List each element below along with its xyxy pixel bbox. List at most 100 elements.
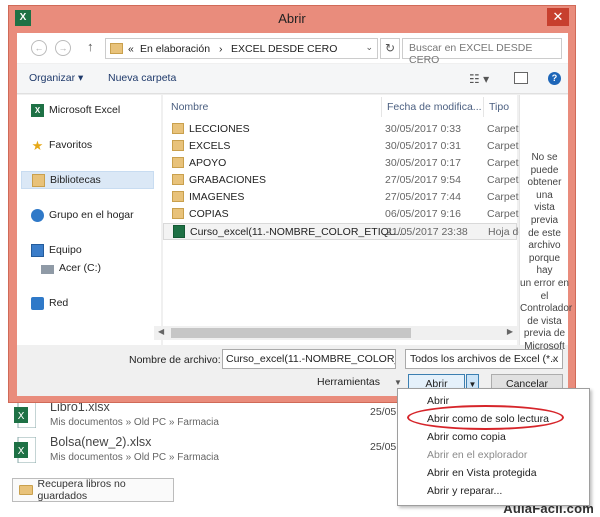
scrollbar-thumb[interactable] [171,328,411,338]
nav-item-label: Bibliotecas [50,174,101,186]
recent-file-date: 25/05 [370,406,397,418]
column-header-type[interactable]: Tipo [489,101,509,113]
folder-icon [172,140,184,151]
back-arrow-icon[interactable]: ← [31,40,47,56]
recent-file-path: Mis documentos » Old PC » Farmacia [50,417,219,428]
file-name: GRABACIONES [189,174,267,186]
toolbar: Organizar ▾ Nueva carpeta ☷ ▾ ? [17,64,568,94]
recover-unsaved-button[interactable]: Recupera libros no guardados [12,478,174,502]
preview-message-line: No se [531,152,558,163]
view-options-icon[interactable]: ☷ ▾ [469,72,489,86]
file-date: 06/05/2017 9:16 [385,208,461,220]
menu-item-open-protected-view[interactable]: Abrir en Vista protegida [398,464,589,482]
recent-file-name: Bolsa(new_2).xlsx [50,435,152,449]
preview-message-line: archivo [528,240,561,252]
search-input[interactable]: Buscar en EXCEL DESDE CERO [402,38,562,66]
nav-item-label: Equipo [49,244,82,256]
recent-file-item[interactable]: X Libro1.xlsx Mis documentos » Old PC » … [14,400,397,434]
nav-item-bibliotecas[interactable]: Bibliotecas [21,171,154,189]
file-date: 30/05/2017 0:17 [385,157,461,169]
breadcrumb-overflow[interactable]: « [128,43,134,55]
column-header-name[interactable]: Nombre [171,101,208,113]
column-divider[interactable] [381,97,382,117]
dialog-titlebar[interactable]: X Abrir ✕ [9,6,575,32]
refresh-icon[interactable]: ↻ [380,38,400,59]
folder-icon [172,174,184,185]
recover-unsaved-label: Recupera libros no guardados [37,478,126,502]
file-row-selected[interactable]: Curso_excel(11.-NOMBRE_COLOR_ETIQU... 21… [163,223,524,240]
breadcrumb-item[interactable]: EXCEL DESDE CERO [231,43,337,55]
column-divider[interactable] [483,97,484,117]
new-folder-button[interactable]: Nueva carpeta [108,72,176,84]
help-icon[interactable]: ? [548,72,561,85]
tools-label: Herramientas [317,376,381,388]
dialog-title: Abrir [278,11,306,26]
open-dialog: X Abrir ✕ ← → ↑ « En elaboración › EXCEL… [8,5,576,403]
folder-icon [172,123,184,134]
nav-item-equipo[interactable]: Equipo [31,241,82,259]
preview-message-line: de este [528,227,561,239]
column-header-date[interactable]: Fecha de modifica... [387,101,482,113]
file-type-filter-value: Todos los archivos de Excel (*.x [410,353,559,365]
menu-item-open-in-explorer: Abrir en el explorador [427,449,528,461]
highlight-ellipse [407,405,564,430]
file-name: LECCIONES [189,123,250,135]
drive-icon [41,264,54,274]
file-date: 30/05/2017 0:33 [385,123,461,135]
excel-file-icon [173,225,185,238]
chevron-down-icon[interactable]: ⌄ [365,42,373,53]
up-arrow-icon[interactable]: ↑ [87,39,94,54]
file-row[interactable]: COPIAS 06/05/2017 9:16 Carpeta [163,206,524,223]
preview-message-line: el [540,290,549,302]
horizontal-scrollbar[interactable]: ◀ ▶ [154,326,517,340]
forward-arrow-icon[interactable]: → [55,40,71,56]
recent-file-item[interactable]: X Bolsa(new_2).xlsx Mis documentos » Old… [14,435,397,469]
filename-input[interactable]: Curso_excel(11.-NOMBRE_COLOR_E [222,349,396,369]
library-icon [32,173,45,187]
file-list: Nombre Fecha de modifica... Tipo LECCION… [163,95,524,345]
file-row[interactable]: EXCELS 30/05/2017 0:31 Carpeta [163,138,524,155]
preview-message-line: un error en [520,277,569,289]
file-name: APOYO [189,157,227,169]
breadcrumb-item[interactable]: En elaboración [140,43,210,55]
preview-pane-icon[interactable] [514,72,528,84]
file-name: COPIAS [189,208,229,220]
folder-icon [172,157,184,168]
breadcrumb-separator: › [219,43,223,55]
file-row[interactable]: LECCIONES 30/05/2017 0:33 Carpeta [163,121,524,138]
file-type-filter[interactable]: Todos los archivos de Excel (*.x ⌄ [405,349,563,369]
menu-item-open-copy[interactable]: Abrir como copia [398,428,589,446]
file-name: EXCELS [189,140,231,152]
nav-item-red[interactable]: Red [31,294,68,312]
star-icon: ★ [31,137,44,153]
preview-message-line: previa de [523,328,566,340]
navigation-pane: X Microsoft Excel ★ Favoritos Biblioteca… [17,95,161,345]
filename-label: Nombre de archivo: [129,354,221,366]
organize-button[interactable]: Organizar ▾ [29,72,83,84]
menu-item-open-and-repair[interactable]: Abrir y reparar... [398,482,589,500]
svg-text:X: X [18,411,25,422]
nav-item-label: Acer (C:) [59,262,101,274]
address-bar[interactable]: « En elaboración › EXCEL DESDE CERO ⌄ [105,38,378,59]
file-date: 30/05/2017 0:31 [385,140,461,152]
nav-item-grupo-hogar[interactable]: Grupo en el hogar [31,206,134,224]
nav-item-label: Favoritos [49,139,93,151]
tools-button[interactable]: Herramientas ▼ [317,376,402,388]
file-row[interactable]: IMAGENES 27/05/2017 7:44 Carpeta [163,189,524,206]
nav-item-drive-c[interactable]: Acer (C:) [41,259,101,277]
file-row[interactable]: GRABACIONES 27/05/2017 9:54 Carpeta [163,172,524,189]
computer-icon [31,243,44,257]
nav-item-favoritos[interactable]: ★ Favoritos [31,136,93,154]
chevron-down-icon[interactable]: ⌄ [550,353,558,364]
file-row[interactable]: APOYO 30/05/2017 0:17 Carpeta [163,155,524,172]
preview-message-line: obtener una [527,177,562,201]
nav-item-microsoft-excel[interactable]: X Microsoft Excel [31,101,120,119]
preview-message-line: vista previa [530,202,559,226]
scroll-left-icon[interactable]: ◀ [158,327,164,336]
scroll-right-icon[interactable]: ▶ [507,327,513,336]
close-button[interactable]: ✕ [547,8,569,26]
nav-item-label: Red [49,297,69,309]
file-name: Curso_excel(11.-NOMBRE_COLOR_ETIQU... [190,226,406,238]
recent-file-date: 25/05 [370,441,397,453]
file-date: 21/05/2017 23:38 [386,226,468,238]
